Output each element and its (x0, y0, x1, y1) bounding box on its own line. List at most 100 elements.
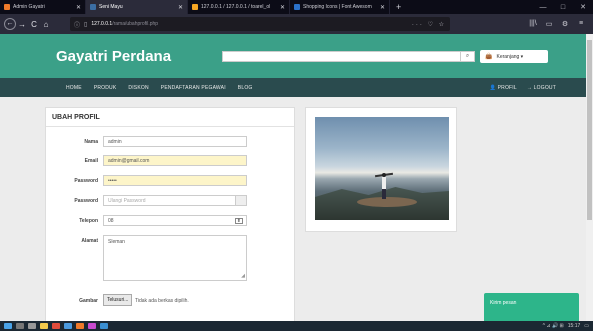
task-view-icon[interactable] (28, 323, 36, 329)
sidebar-icon[interactable]: ▭ (541, 20, 557, 28)
photo-person-legs (382, 189, 386, 199)
alamat-value: Sleman (108, 239, 125, 245)
nav-produk[interactable]: PRODUK (94, 85, 117, 91)
search-input[interactable]: ⌕ (222, 51, 475, 62)
firefox-icon[interactable] (76, 323, 84, 329)
tab-admin-gayatri[interactable]: Admin Gayatri ✕ (0, 0, 86, 14)
tray-icons[interactable]: ^ ⊿ 🔊 ⊞ (543, 323, 564, 329)
tab-label: Seni Mayu (99, 4, 123, 10)
clock[interactable]: 15:17 (568, 323, 581, 329)
user-icon: 👤 (489, 84, 497, 91)
extension-icon[interactable]: ⚙ (557, 20, 573, 28)
number-stepper-icon[interactable]: ⬍ (234, 218, 243, 224)
windows-start-icon[interactable] (4, 323, 12, 329)
nav-diskon[interactable]: DISKON (128, 85, 148, 91)
library-icon[interactable]: |||\ (525, 20, 541, 28)
profile-photo (315, 117, 449, 220)
new-tab-button[interactable]: + (390, 0, 407, 14)
telepon-input[interactable]: 08 ⬍ (103, 215, 247, 226)
cart-label: Keranjang ▾ (496, 53, 524, 60)
close-window-icon[interactable]: ✕ (573, 3, 593, 11)
tab-favicon (4, 4, 10, 10)
close-icon[interactable]: ✕ (178, 4, 183, 11)
close-icon[interactable]: ✕ (280, 4, 285, 11)
nama-label: Nama (84, 139, 98, 145)
maximize-icon[interactable]: □ (553, 4, 573, 11)
window-controls: — □ ✕ (533, 0, 593, 14)
nama-input[interactable]: admin (103, 136, 247, 147)
reload-icon[interactable]: C (28, 20, 40, 29)
close-icon[interactable]: ✕ (380, 4, 385, 11)
scrollbar-thumb[interactable] (587, 40, 592, 220)
password-toggle-button[interactable] (235, 195, 247, 206)
alamat-label: Alamat (81, 238, 98, 244)
search-taskbar-icon[interactable] (16, 323, 24, 329)
search-icon[interactable]: ⌕ (460, 52, 474, 61)
site-brand[interactable]: Gayatri Perdana (56, 48, 171, 65)
email-label: Email (84, 158, 98, 164)
nav-profil-label: PROFIL (497, 84, 517, 91)
nav-right: 👤 PROFIL → LOGOUT (490, 78, 556, 97)
tab-seni-mayu[interactable]: Seni Mayu ✕ (86, 0, 188, 14)
browse-file-button[interactable]: Telusuri... (103, 294, 133, 306)
system-tray: ^ ⊿ 🔊 ⊞ 15:17 ▭ (539, 323, 593, 329)
file-status: Tidak ada berkas dipilih. (135, 298, 189, 304)
chrome-icon[interactable] (64, 323, 72, 329)
menu-icon[interactable]: ≡ (573, 20, 589, 28)
email-value: admin@gmail.com (108, 157, 150, 164)
resize-handle-icon[interactable]: ◢ (241, 273, 245, 279)
tab-label: 127.0.0.1 / 127.0.0.1 / toarel_ol (201, 4, 271, 10)
tab-phpmyadmin[interactable]: 127.0.0.1 / 127.0.0.1 / toarel_ol ✕ (188, 0, 290, 14)
page-scrollbar[interactable] (586, 34, 593, 321)
home-icon[interactable]: ⌂ (40, 20, 52, 29)
os-taskbar: ^ ⊿ 🔊 ⊞ 15:17 ▭ (0, 321, 593, 331)
page-actions-icon[interactable]: ··· ♡ ☆ (412, 21, 446, 28)
site-header: Gayatri Perdana ⌕ 👜 Keranjang ▾ (0, 34, 586, 78)
browser-tab-strip: Admin Gayatri ✕ Seni Mayu ✕ 127.0.0.1 / … (0, 0, 593, 14)
password-confirm-label: Password (74, 198, 98, 204)
nav-home[interactable]: HOME (66, 85, 82, 91)
photo-person-body (382, 177, 386, 189)
back-icon[interactable]: ← (4, 18, 16, 30)
url-host: 127.0.0.1 (91, 21, 113, 27)
email-input[interactable]: admin@gmail.com (103, 155, 247, 166)
app-icon-blue[interactable] (100, 323, 108, 329)
nav-profil[interactable]: 👤 PROFIL (490, 85, 517, 91)
profile-form-panel: UBAH PROFIL Nama admin Email admin@gmail… (45, 107, 295, 321)
chat-label: Kirim pesan (490, 300, 517, 306)
password-confirm-input[interactable]: Ulangi Password (103, 195, 247, 206)
minimize-icon[interactable]: — (533, 4, 553, 11)
address-bar[interactable]: ⓘ ▯ 127.0.0.1 /rama/ubahprofil.php ··· ♡… (70, 17, 450, 31)
cart-button[interactable]: 👜 Keranjang ▾ (480, 50, 548, 63)
alamat-textarea[interactable]: Sleman ◢ (103, 235, 247, 281)
tab-label: Admin Gayatri (13, 4, 45, 10)
page-icon: ▯ (84, 21, 88, 28)
cart-icon: 👜 (485, 54, 493, 60)
close-icon[interactable]: ✕ (76, 4, 81, 11)
notification-icon[interactable]: ▭ (584, 323, 589, 329)
nav-pendaftaran-pegawai[interactable]: PENDAFTARAN PEGAWAI (161, 85, 226, 91)
tab-font-awesome[interactable]: Shopping Icons | Font Awesom ✕ (290, 0, 390, 14)
chat-widget[interactable]: Kirim pesan (484, 293, 579, 321)
url-path: /rama/ubahprofil.php (112, 21, 159, 27)
profile-photo-card (305, 107, 457, 232)
logout-icon: → (526, 84, 533, 91)
password-input[interactable]: ••••• (103, 175, 247, 186)
nama-value: admin (108, 138, 122, 145)
photo-deck (357, 197, 417, 207)
password-confirm-placeholder: Ulangi Password (108, 197, 146, 204)
app-icon-purple[interactable] (88, 323, 96, 329)
page-content: UBAH PROFIL Nama admin Email admin@gmail… (0, 97, 586, 321)
nav-logout-label: LOGOUT (533, 84, 556, 91)
tab-favicon (192, 4, 198, 10)
app-icon-red[interactable] (52, 323, 60, 329)
file-explorer-icon[interactable] (40, 323, 48, 329)
nav-logout[interactable]: → LOGOUT (527, 85, 556, 91)
browser-toolbar: ← → C ⌂ ⓘ ▯ 127.0.0.1 /rama/ubahprofil.p… (0, 14, 593, 34)
forward-icon[interactable]: → (16, 20, 28, 29)
info-icon[interactable]: ⓘ (74, 20, 80, 29)
nav-blog[interactable]: BLOG (238, 85, 253, 91)
telepon-value: 08 (108, 217, 114, 224)
tab-favicon (294, 4, 300, 10)
password-value: ••••• (108, 177, 117, 184)
